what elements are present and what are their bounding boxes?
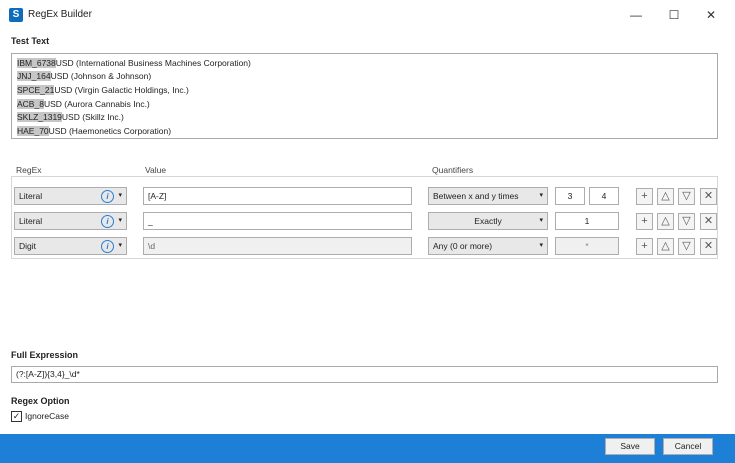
add-row-button[interactable]: + bbox=[636, 188, 653, 205]
regex-type-dropdown[interactable]: Digit i ▾ bbox=[14, 237, 127, 255]
move-up-button[interactable]: △ bbox=[657, 213, 674, 230]
remove-row-button[interactable]: ✕ bbox=[700, 188, 717, 205]
app-icon: S bbox=[9, 8, 23, 22]
window-title: RegEx Builder bbox=[28, 9, 92, 20]
quantifier-dropdown[interactable]: Any (0 or more) ▾ bbox=[428, 237, 548, 255]
match-highlight: SKLZ_1319 bbox=[17, 112, 62, 122]
full-expression-heading: Full Expression bbox=[11, 350, 79, 360]
move-up-button[interactable]: △ bbox=[657, 238, 674, 255]
test-text-area[interactable]: IBM_6738USD (International Business Mach… bbox=[11, 53, 718, 139]
info-icon[interactable]: i bbox=[101, 215, 114, 228]
test-line: IBM_6738USD (International Business Mach… bbox=[17, 58, 251, 70]
quantifier-min-input[interactable]: 3 bbox=[555, 187, 585, 205]
quantifiers-column-header: Quantifiers bbox=[432, 165, 474, 175]
chevron-down-icon: ▾ bbox=[539, 217, 543, 224]
quantifier-dropdown[interactable]: Exactly ▾ bbox=[428, 212, 548, 230]
line-text: USD (Aurora Cannabis Inc.) bbox=[43, 99, 150, 109]
value-input[interactable]: [A-Z] bbox=[143, 187, 412, 205]
maximize-button[interactable]: ☐ bbox=[660, 4, 688, 26]
test-text-heading: Test Text bbox=[11, 36, 50, 46]
add-row-button[interactable]: + bbox=[636, 213, 653, 230]
match-highlight: IBM_6738 bbox=[17, 58, 56, 68]
line-text: USD (Johnson & Johnson) bbox=[50, 71, 152, 81]
move-down-button[interactable]: ▽ bbox=[678, 188, 695, 205]
regex-type-dropdown[interactable]: Literal i ▾ bbox=[14, 187, 127, 205]
line-text: USD (Skillz Inc.) bbox=[61, 112, 124, 122]
test-line: SKLZ_1319USD (Skillz Inc.) bbox=[17, 112, 124, 124]
add-row-button[interactable]: + bbox=[636, 238, 653, 255]
move-down-button[interactable]: ▽ bbox=[678, 238, 695, 255]
minimize-button[interactable]: — bbox=[622, 4, 650, 26]
info-icon[interactable]: i bbox=[101, 190, 114, 203]
line-text: USD (Virgin Galactic Holdings, Inc.) bbox=[54, 85, 189, 95]
match-highlight: ACB_8 bbox=[17, 99, 44, 109]
test-line: SPCE_21USD (Virgin Galactic Holdings, In… bbox=[17, 85, 189, 97]
move-up-button[interactable]: △ bbox=[657, 188, 674, 205]
ignore-case-checkbox[interactable]: ✓ bbox=[11, 411, 22, 422]
quantifier-label: Between x and y times bbox=[433, 191, 519, 201]
test-line: ACB_8USD (Aurora Cannabis Inc.) bbox=[17, 99, 150, 111]
chevron-down-icon: ▾ bbox=[118, 242, 122, 249]
save-button[interactable]: Save bbox=[605, 438, 655, 455]
regex-type-dropdown[interactable]: Literal i ▾ bbox=[14, 212, 127, 230]
move-down-button[interactable]: ▽ bbox=[678, 213, 695, 230]
test-line: JNJ_164USD (Johnson & Johnson) bbox=[17, 71, 151, 83]
match-highlight: HAE_70 bbox=[17, 126, 49, 136]
quantifier-count-input[interactable]: 1 bbox=[555, 212, 619, 230]
quantifier-dropdown[interactable]: Between x and y times ▾ bbox=[428, 187, 548, 205]
regex-type-label: Digit bbox=[19, 241, 37, 251]
remove-row-button[interactable]: ✕ bbox=[700, 238, 717, 255]
value-column-header: Value bbox=[145, 165, 167, 175]
cancel-button[interactable]: Cancel bbox=[663, 438, 713, 455]
ignore-case-label: IgnoreCase bbox=[25, 411, 69, 421]
value-input[interactable]: \d bbox=[143, 237, 412, 255]
remove-row-button[interactable]: ✕ bbox=[700, 213, 717, 230]
chevron-down-icon: ▾ bbox=[539, 242, 543, 249]
quantifier-label: Exactly bbox=[474, 216, 502, 226]
quantifier-max-input[interactable]: 4 bbox=[589, 187, 619, 205]
line-text: USD (International Business Machines Cor… bbox=[55, 58, 251, 68]
regex-option-heading: Regex Option bbox=[11, 396, 70, 406]
regex-type-label: Literal bbox=[19, 216, 43, 226]
quantifier-label: Any (0 or more) bbox=[433, 241, 493, 251]
regex-type-label: Literal bbox=[19, 191, 43, 201]
line-text: USD (Haemonetics Corporation) bbox=[48, 126, 172, 136]
match-highlight: SPCE_21 bbox=[17, 85, 55, 95]
test-line: HAE_70USD (Haemonetics Corporation) bbox=[17, 126, 171, 138]
chevron-down-icon: ▾ bbox=[118, 192, 122, 199]
quantifier-count-input[interactable]: * bbox=[555, 237, 619, 255]
regex-column-header: RegEx bbox=[16, 165, 42, 175]
info-icon[interactable]: i bbox=[101, 240, 114, 253]
value-input[interactable]: _ bbox=[143, 212, 412, 230]
chevron-down-icon: ▾ bbox=[539, 192, 543, 199]
close-button[interactable]: ✕ bbox=[697, 4, 725, 26]
match-highlight: JNJ_164 bbox=[17, 71, 51, 81]
full-expression-field[interactable]: (?:[A-Z]){3,4}_\d* bbox=[11, 366, 718, 383]
chevron-down-icon: ▾ bbox=[118, 217, 122, 224]
